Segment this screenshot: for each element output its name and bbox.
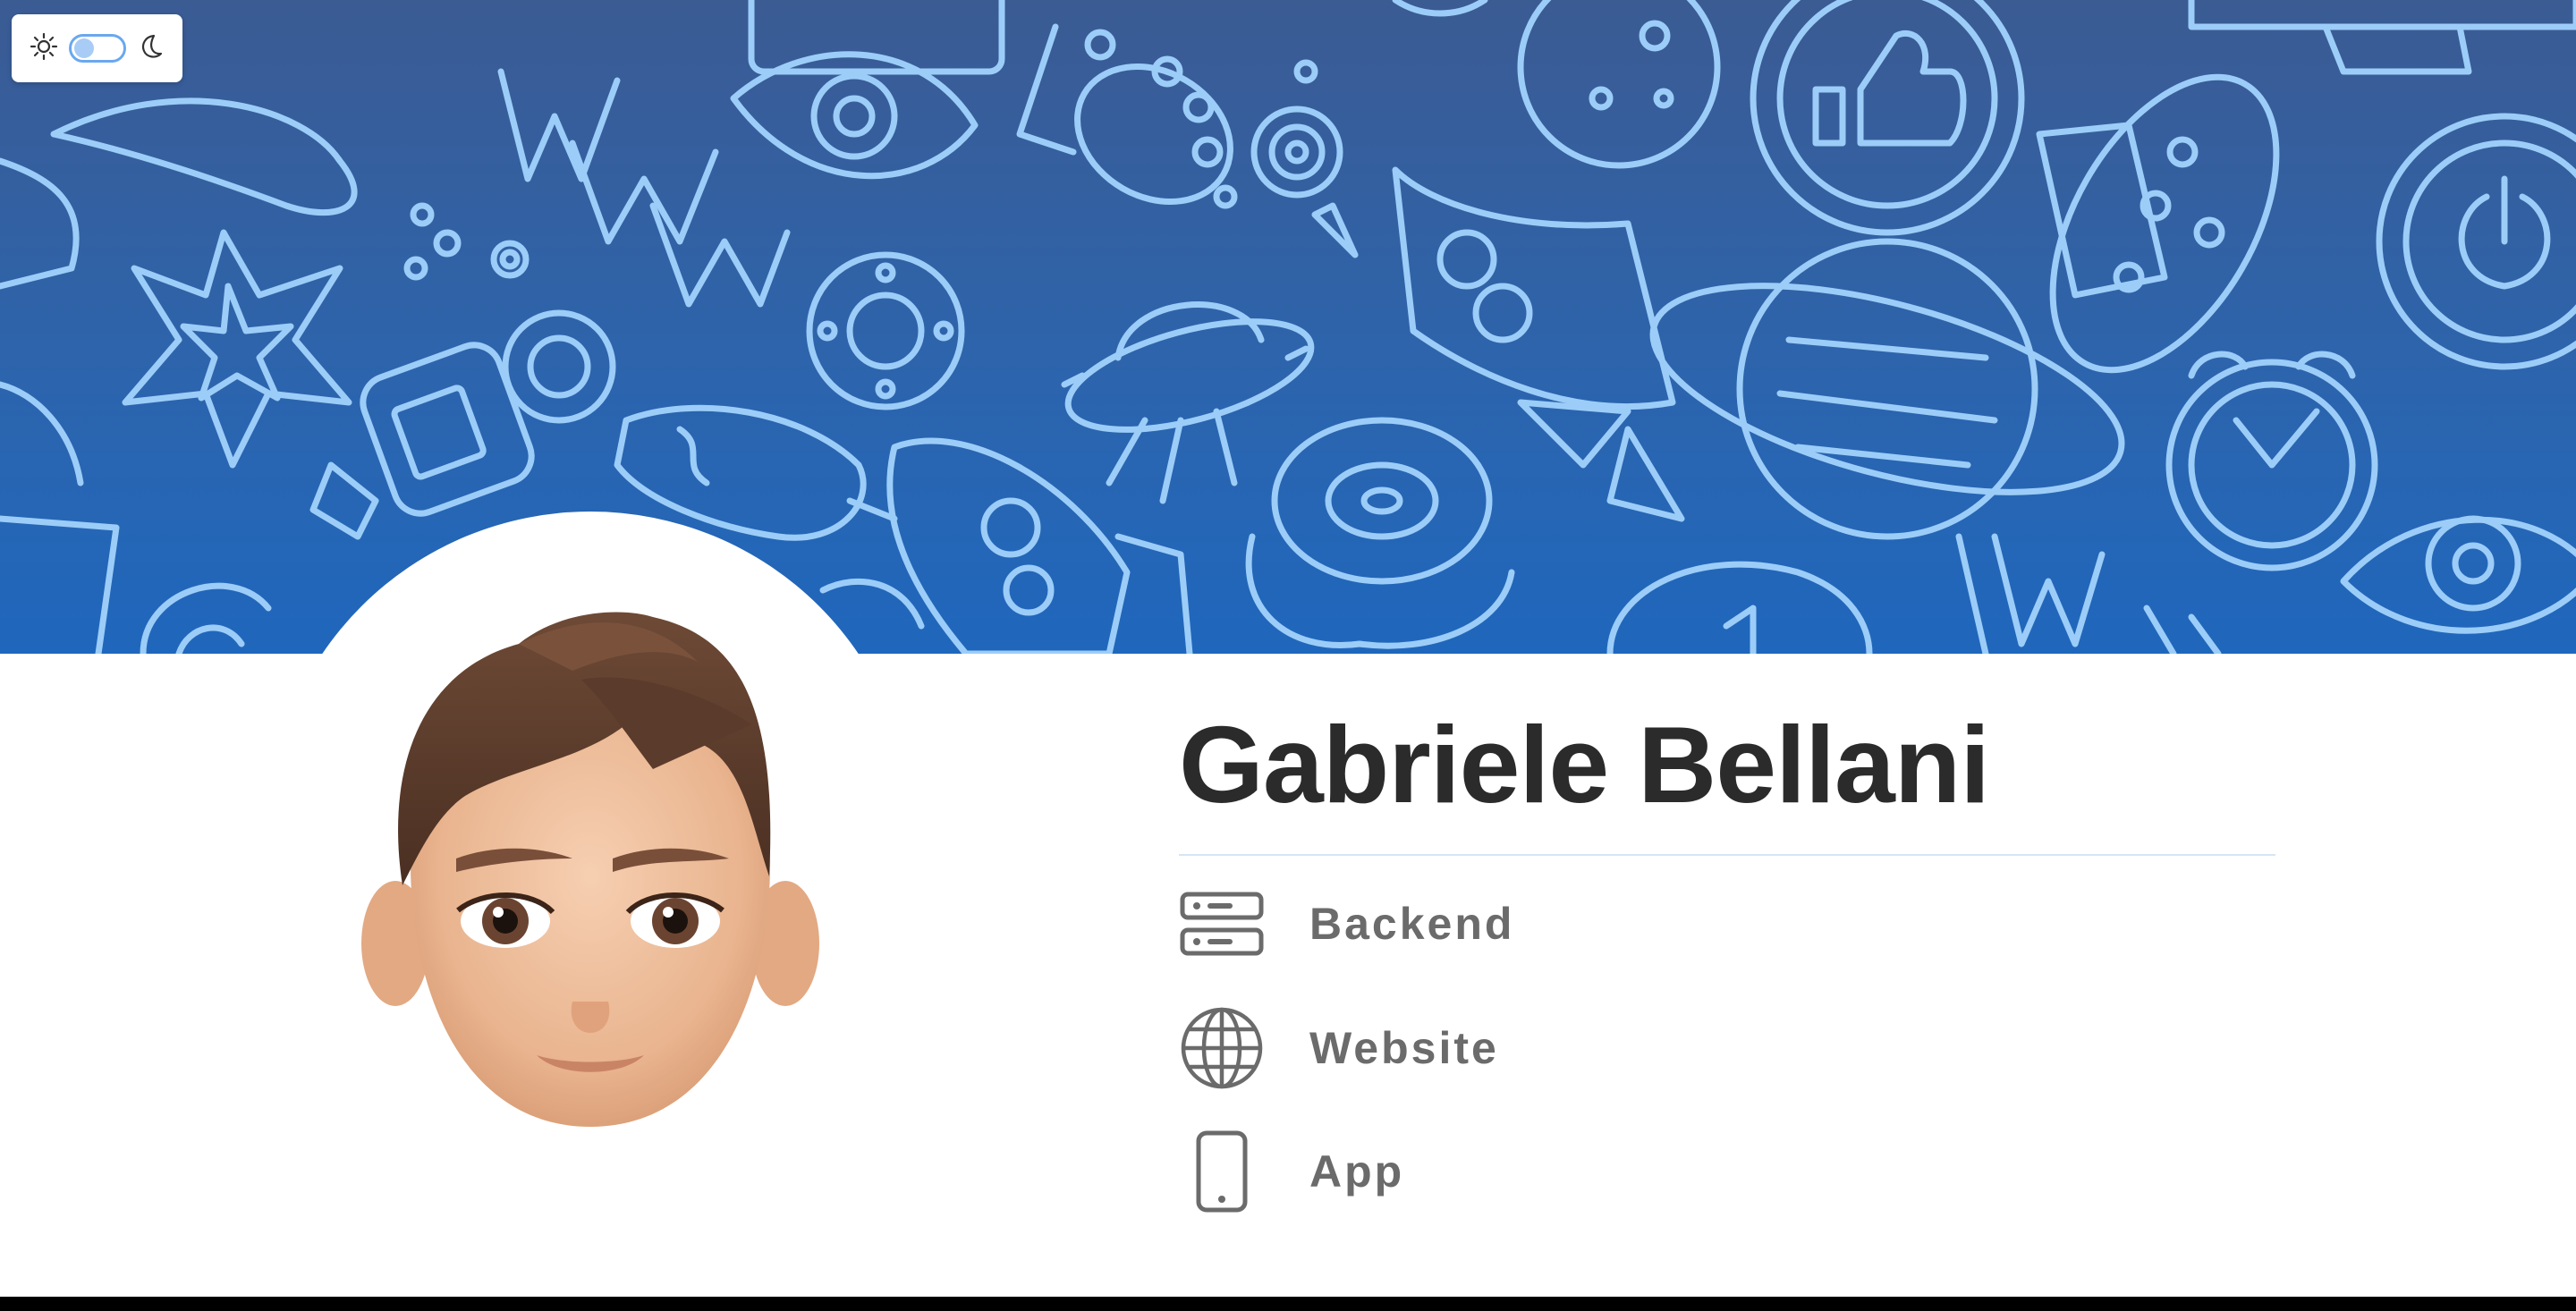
link-label: Backend	[1309, 899, 1515, 949]
moon-icon	[136, 32, 165, 65]
header-banner	[0, 0, 2576, 654]
smartphone-icon	[1179, 1129, 1265, 1214]
server-icon	[1179, 881, 1265, 967]
profile-name: Gabriele Bellani	[1179, 704, 1990, 825]
theme-switch-knob	[73, 38, 94, 58]
link-website[interactable]: Website	[1179, 1003, 1499, 1093]
window-bottom-edge	[0, 1297, 2576, 1311]
memoji-avatar	[361, 612, 819, 1127]
divider	[1179, 854, 2275, 856]
theme-switch[interactable]	[68, 34, 126, 63]
link-label: App	[1309, 1146, 1405, 1197]
sun-icon	[30, 32, 58, 65]
link-backend[interactable]: Backend	[1179, 879, 1514, 968]
theme-toggle[interactable]	[12, 14, 182, 82]
link-app[interactable]: App	[1179, 1127, 1404, 1216]
link-label: Website	[1309, 1023, 1499, 1073]
globe-icon	[1179, 1005, 1265, 1091]
doodle-pattern	[0, 0, 2576, 654]
